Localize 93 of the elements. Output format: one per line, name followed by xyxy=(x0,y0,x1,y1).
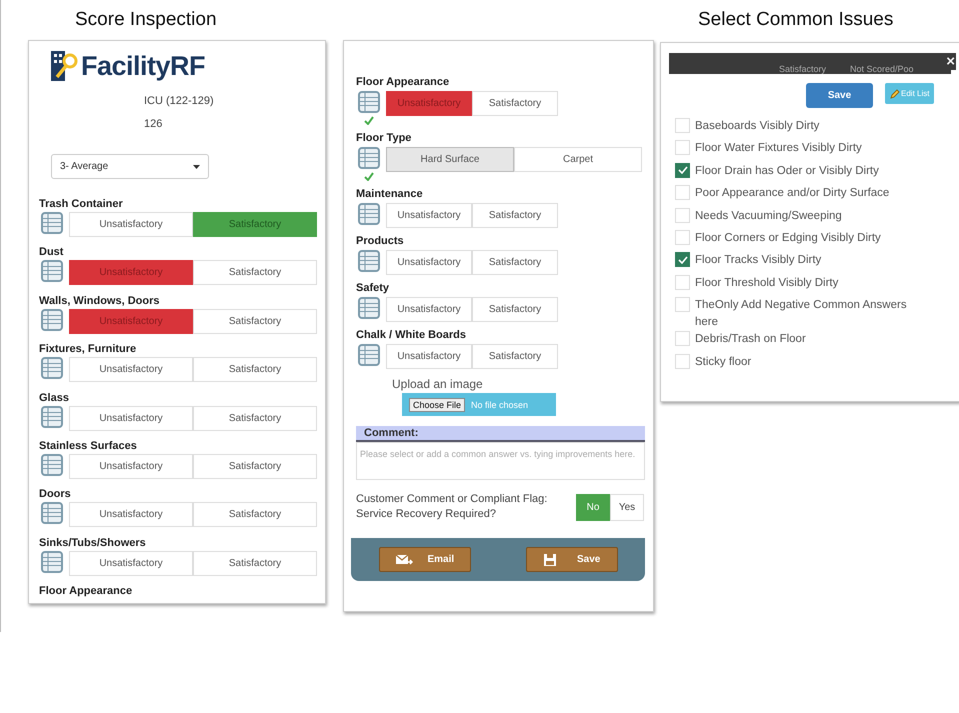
list-icon xyxy=(41,406,63,428)
location-text: ICU (122-129) xyxy=(144,95,215,107)
list-icon xyxy=(358,147,380,169)
option-button[interactable]: Satisfactory xyxy=(193,260,317,286)
list-icon xyxy=(41,212,63,234)
item-label: Chalk / White Boards xyxy=(356,328,468,343)
email-button[interactable]: Email xyxy=(378,547,470,572)
rating-select[interactable]: 3- Average xyxy=(51,154,209,179)
item-label: Products xyxy=(356,234,405,249)
list-icon xyxy=(41,550,63,573)
item-label: Sinks/Tubs/Showers xyxy=(39,536,147,551)
option-button[interactable]: Satisfactory xyxy=(193,406,317,431)
pencil-icon xyxy=(890,88,900,98)
section-heading: Select Common Issues xyxy=(697,8,894,32)
item-label: Fixtures, Furniture xyxy=(39,342,138,358)
file-status: No file chosen xyxy=(471,400,528,410)
list-icon xyxy=(358,250,380,272)
checkbox[interactable] xyxy=(675,162,690,178)
item-label: Glass xyxy=(39,390,70,406)
section-heading: Score Inspection xyxy=(74,8,218,32)
option-button[interactable]: Satisfactory xyxy=(193,357,317,382)
issue-label: Floor Water Fixtures Visibly Dirty xyxy=(695,141,863,156)
option-button[interactable]: Satisfactory xyxy=(472,250,558,275)
issue-label: Debris/Trash on Floor xyxy=(695,332,807,348)
save-button[interactable]: Save xyxy=(526,547,618,572)
item-label: Maintenance xyxy=(356,187,424,202)
list-icon xyxy=(358,344,380,366)
issue-label: Sticky floor xyxy=(695,354,752,370)
list-icon xyxy=(41,502,63,524)
option-button[interactable]: Unsatisfactory xyxy=(69,502,193,528)
option-button[interactable]: Unsatisfactory xyxy=(386,250,472,275)
room-number: 126 xyxy=(144,118,164,130)
item-label: Floor Appearance xyxy=(356,75,450,90)
issue-label: Poor Appearance and/or Dirty Surface xyxy=(695,186,890,202)
issue-label: Floor Corners or Edging Visibly Dirty xyxy=(695,230,882,246)
caret-icon xyxy=(193,164,200,168)
issue-label: Floor Tracks Visibly Dirty xyxy=(695,253,822,268)
list-icon xyxy=(41,454,63,476)
item-label: Walls, Windows, Doors xyxy=(39,294,161,309)
item-label: Stainless Surfaces xyxy=(39,438,138,454)
list-icon xyxy=(41,357,63,380)
issue-label: Floor Threshold Visibly Dirty xyxy=(695,276,840,291)
option-button[interactable]: Unsatisfactory xyxy=(69,212,193,237)
option-button[interactable]: Satisfactory xyxy=(193,502,317,528)
comment-header: Comment: xyxy=(356,426,645,442)
option-button[interactable]: Unsatisfactory xyxy=(386,297,472,322)
issue-label: Baseboards Visibly Dirty xyxy=(695,119,820,134)
option-button[interactable]: Unsatisfactory xyxy=(69,550,193,576)
check-mark-icon xyxy=(678,256,688,264)
option-button[interactable]: Satisfactory xyxy=(193,308,317,334)
option-button[interactable]: Satisfactory xyxy=(472,203,558,228)
dimmed-text: Not Scored/Poo xyxy=(850,64,914,74)
dimmed-text: Satisfactory xyxy=(779,64,826,74)
close-button[interactable]: × xyxy=(945,53,956,70)
choose-file-button[interactable]: Choose File xyxy=(409,398,466,412)
option-button[interactable]: Satisfactory xyxy=(193,550,317,576)
item-label: Floor Appearance xyxy=(39,584,134,600)
option-button[interactable]: Unsatisfactory xyxy=(386,344,472,369)
option-button[interactable]: Unsatisfactory xyxy=(386,203,472,228)
option-button[interactable]: Unsatisfactory xyxy=(69,357,193,382)
flag-question: Customer Comment or Compliant Flag: Service Recovery Required? xyxy=(356,492,548,522)
comment-field[interactable]: Please select or add a common answer vs. tying improvements here. xyxy=(356,442,645,480)
option-button[interactable]: Carpet xyxy=(514,147,642,172)
check-mark-icon xyxy=(364,116,374,125)
option-button[interactable]: Unsatisfactory xyxy=(69,406,193,431)
list-icon xyxy=(41,260,63,282)
option-button[interactable]: Satisfactory xyxy=(472,91,558,116)
list-icon xyxy=(358,297,380,319)
list-icon xyxy=(41,308,63,331)
logo-text: FacilityRF xyxy=(81,50,206,82)
list-icon xyxy=(358,203,380,225)
issue-label: Needs Vacuuming/Sweeping xyxy=(695,208,843,224)
list-icon xyxy=(358,91,380,113)
item-label: Doors xyxy=(39,487,72,502)
upload-label: Upload an image xyxy=(392,377,484,391)
option-button[interactable]: Satisfactory xyxy=(193,454,317,479)
item-label: Trash Container xyxy=(39,197,124,212)
check-mark-icon xyxy=(364,172,374,181)
building-key-icon xyxy=(49,49,79,83)
item-label: Dust xyxy=(39,245,64,260)
option-button[interactable]: Satisfactory xyxy=(472,344,558,369)
save-button[interactable]: Save xyxy=(806,83,873,108)
envelope-icon xyxy=(394,552,413,566)
toggle-option[interactable]: Yes xyxy=(610,494,644,520)
check-mark-icon xyxy=(678,166,688,174)
item-label: Safety xyxy=(356,281,390,296)
issue-label: Floor Drain has Oder or Visibly Dirty xyxy=(695,164,880,179)
issue-label: TheOnly Add Negative Common Answers here xyxy=(695,298,908,330)
option-button[interactable]: Satisfactory xyxy=(472,297,558,322)
checkbox[interactable] xyxy=(675,252,690,268)
item-label: Floor Type xyxy=(356,131,412,146)
option-button[interactable]: Hard Surface xyxy=(386,147,514,172)
option-button[interactable]: Unsatisfactory xyxy=(69,454,193,479)
